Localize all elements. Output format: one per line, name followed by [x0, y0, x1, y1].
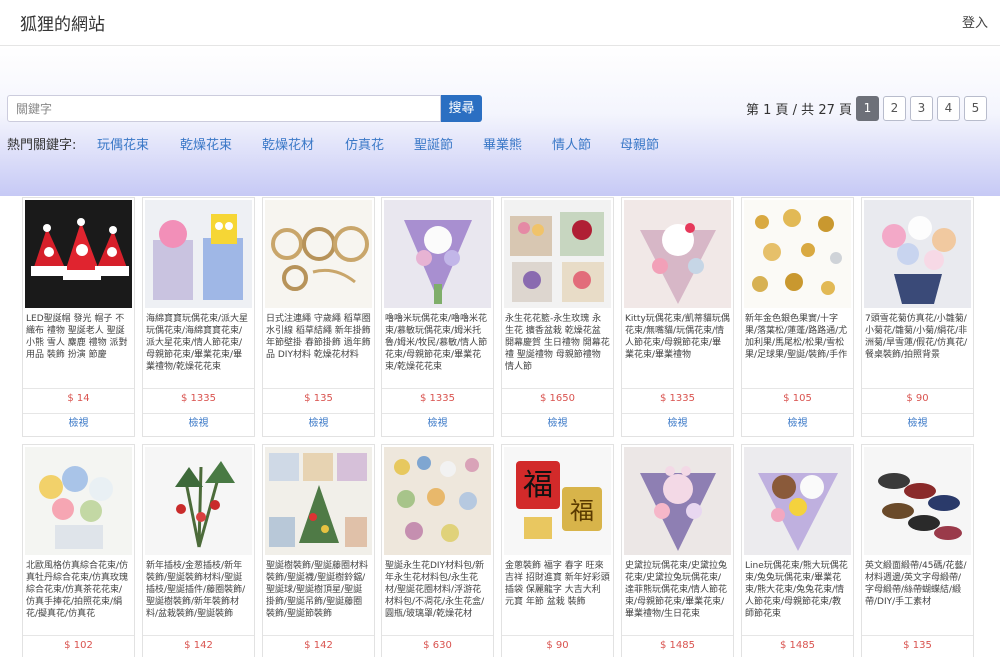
- product-description: LED聖誕帽 發光 帽子 不織布 禮物 聖誕老人 聖誕小熊 雪人 麋鹿 禮物 派…: [26, 314, 128, 360]
- search-input[interactable]: [7, 95, 441, 122]
- view-link[interactable]: 檢視: [502, 413, 613, 433]
- product-image[interactable]: [25, 447, 132, 555]
- keyword-link[interactable]: 仿真花: [345, 134, 384, 153]
- page-button-5[interactable]: 5: [964, 96, 987, 121]
- view-link[interactable]: 檢視: [622, 413, 733, 433]
- product-image[interactable]: [265, 200, 372, 308]
- product-price: $ 630: [382, 635, 493, 655]
- product-card[interactable]: 日式注連繩 守歲繩 稻草圈 水引線 稻草結繩 新年掛飾 年節壁掛 春節掛飾 過年…: [262, 197, 375, 437]
- product-image[interactable]: [145, 447, 252, 555]
- page-button-4[interactable]: 4: [937, 96, 960, 121]
- product-card[interactable]: 北歐風格仿真綜合花束/仿真牡丹綜合花束/仿真玫瑰綜合花束/仿真茶花花束/仿真手捧…: [22, 444, 135, 657]
- product-description: 英文緞面緞帶/45碼/花藝/材料週邊/英文字母緞帶/字母緞帶/絲帶蝴蝶結/緞帶/…: [865, 561, 967, 607]
- product-card[interactable]: 英文緞面緞帶/45碼/花藝/材料週邊/英文字母緞帶/字母緞帶/絲帶蝴蝶結/緞帶/…: [861, 444, 974, 657]
- product-price: $ 90: [502, 635, 613, 655]
- keyword-link[interactable]: 情人節: [552, 134, 591, 153]
- product-card[interactable]: 嚕嚕米玩偶花束/嚕嚕米花束/慕敏玩偶花束/姆米托魯/姆米/牧民/慕敏/情人節花束…: [381, 197, 494, 437]
- product-description: 新年金色銀色果實/十字果/落葉松/蓮蓬/路路通/尤加利果/馬尾松/松果/雪松果/…: [745, 314, 848, 360]
- product-image[interactable]: [864, 447, 971, 555]
- keyword-link[interactable]: 聖誕節: [414, 134, 453, 153]
- hot-keywords-label: 熱門關鍵字:: [7, 138, 77, 153]
- product-image[interactable]: [624, 447, 731, 555]
- view-link[interactable]: 檢視: [143, 413, 254, 433]
- product-description: Line玩偶花束/熊大玩偶花束/兔兔玩偶花束/畢業花束/熊大花束/兔兔花束/情人…: [745, 561, 848, 619]
- product-description: 嚕嚕米玩偶花束/嚕嚕米花束/慕敏玩偶花束/姆米托魯/姆米/牧民/慕敏/情人節花束…: [385, 314, 488, 372]
- product-card[interactable]: 聖誕永生花DIY材料包/新年永生花材料包/永生花材/聖誕花圈材料/浮游花材料包/…: [381, 444, 494, 657]
- page-button-1[interactable]: 1: [856, 96, 879, 121]
- product-description: Kitty玩偶花束/凱蒂貓玩偶花束/無嘴貓/玩偶花束/情人節花束/母親節花束/畢…: [625, 314, 730, 360]
- keyword-link[interactable]: 玩偶花束: [97, 134, 149, 153]
- product-card[interactable]: 永生花花籃-永生玫瑰 永生花 擴香盆栽 乾燥花盆 開幕慶賀 生日禮物 開幕花禮 …: [501, 197, 614, 437]
- page-info: 第 1 頁 / 共 27 頁: [746, 103, 852, 118]
- product-image[interactable]: [504, 200, 611, 308]
- view-link[interactable]: 檢視: [23, 413, 134, 433]
- pagination: 1 2 3 4 5: [856, 96, 987, 121]
- product-image[interactable]: [265, 447, 372, 555]
- product-description: 新年插枝/金葱插枝/新年裝飾/聖誕裝飾材料/聖誕插枝/聖誕插件/藤圈裝飾/聖誕樹…: [146, 561, 246, 619]
- keyword-link[interactable]: 畢業熊: [483, 134, 522, 153]
- product-price: $ 1335: [382, 388, 493, 408]
- product-card[interactable]: 7頭雪花菊仿真花/小雛菊/小菊花/雛菊/小菊/絹花/非洲菊/旱雪蓮/假花/仿真花…: [861, 197, 974, 437]
- product-image[interactable]: [384, 200, 491, 308]
- product-price: $ 142: [263, 635, 374, 655]
- product-image[interactable]: [384, 447, 491, 555]
- product-price: $ 14: [23, 388, 134, 408]
- view-link[interactable]: 檢視: [382, 413, 493, 433]
- product-price: $ 105: [742, 388, 853, 408]
- product-price: $ 135: [862, 635, 973, 655]
- product-description: 7頭雪花菊仿真花/小雛菊/小菊花/雛菊/小菊/絹花/非洲菊/旱雪蓮/假花/仿真花…: [865, 314, 968, 360]
- product-card[interactable]: 福福金蔥裝飾 福字 春字 旺來 吉祥 招財進寶 新年好彩頭 插袋 保麗龍字 大吉…: [501, 444, 614, 657]
- product-description: 永生花花籃-永生玫瑰 永生花 擴香盆栽 乾燥花盆 開幕慶賀 生日禮物 開幕花禮 …: [505, 314, 610, 372]
- view-link[interactable]: 檢視: [263, 413, 374, 433]
- product-image[interactable]: [624, 200, 731, 308]
- product-description: 聖誕永生花DIY材料包/新年永生花材料包/永生花材/聖誕花圈材料/浮游花材料包/…: [385, 561, 485, 619]
- product-card[interactable]: Line玩偶花束/熊大玩偶花束/兔兔玩偶花束/畢業花束/熊大花束/兔兔花束/情人…: [741, 444, 854, 657]
- product-price: $ 102: [23, 635, 134, 655]
- product-card[interactable]: 史黛拉玩偶花束/史黛拉兔花束/史黛拉兔玩偶花束/達菲熊玩偶花束/情人節花束/母親…: [621, 444, 734, 657]
- product-description: 史黛拉玩偶花束/史黛拉兔花束/史黛拉兔玩偶花束/達菲熊玩偶花束/情人節花束/母親…: [625, 561, 728, 619]
- product-card[interactable]: 新年金色銀色果實/十字果/落葉松/蓮蓬/路路通/尤加利果/馬尾松/松果/雪松果/…: [741, 197, 854, 437]
- login-link[interactable]: 登入: [962, 12, 988, 31]
- product-image[interactable]: 福福: [504, 447, 611, 555]
- product-price: $ 1335: [143, 388, 254, 408]
- product-price: $ 142: [143, 635, 254, 655]
- search-button[interactable]: 搜尋: [441, 95, 482, 122]
- keyword-link[interactable]: 乾燥花材: [262, 134, 314, 153]
- product-price: $ 1485: [622, 635, 733, 655]
- view-link[interactable]: 檢視: [862, 413, 973, 433]
- product-price: $ 1650: [502, 388, 613, 408]
- product-price: $ 135: [263, 388, 374, 408]
- product-card[interactable]: Kitty玩偶花束/凱蒂貓玩偶花束/無嘴貓/玩偶花束/情人節花束/母親節花束/畢…: [621, 197, 734, 437]
- product-image[interactable]: [744, 200, 851, 308]
- product-image[interactable]: [744, 447, 851, 555]
- product-image[interactable]: [864, 200, 971, 308]
- product-description: 日式注連繩 守歲繩 稻草圈 水引線 稻草結繩 新年掛飾 年節壁掛 春節掛飾 過年…: [266, 314, 371, 360]
- page-button-3[interactable]: 3: [910, 96, 933, 121]
- product-image[interactable]: [25, 200, 132, 308]
- product-card[interactable]: LED聖誕帽 發光 帽子 不織布 禮物 聖誕老人 聖誕小熊 雪人 麋鹿 禮物 派…: [22, 197, 135, 437]
- site-title[interactable]: 狐狸的網站: [20, 10, 105, 35]
- product-card[interactable]: 海綿寶寶玩偶花束/派大星玩偶花束/海綿寶寶花束/派大星花束/情人節花束/母親節花…: [142, 197, 255, 437]
- keyword-link[interactable]: 乾燥花束: [180, 134, 232, 153]
- product-description: 海綿寶寶玩偶花束/派大星玩偶花束/海綿寶寶花束/派大星花束/情人節花束/母親節花…: [146, 314, 249, 372]
- product-description: 聖誕樹裝飾/聖誕藤圈材料裝飾/聖誕襪/聖誕樹鈴鐺/聖誕球/聖誕樹頂星/聖誕掛飾/…: [266, 561, 369, 619]
- product-card[interactable]: 聖誕樹裝飾/聖誕藤圈材料裝飾/聖誕襪/聖誕樹鈴鐺/聖誕球/聖誕樹頂星/聖誕掛飾/…: [262, 444, 375, 657]
- product-image-text: 福: [523, 468, 553, 503]
- product-description: 北歐風格仿真綜合花束/仿真牡丹綜合花束/仿真玫瑰綜合花束/仿真茶花花束/仿真手捧…: [26, 561, 129, 619]
- product-card[interactable]: 新年插枝/金葱插枝/新年裝飾/聖誕裝飾材料/聖誕插枝/聖誕插件/藤圈裝飾/聖誕樹…: [142, 444, 255, 657]
- product-description: 金蔥裝飾 福字 春字 旺來 吉祥 招財進寶 新年好彩頭 插袋 保麗龍字 大吉大利…: [505, 561, 610, 607]
- product-image-text: 福: [570, 497, 594, 525]
- product-price: $ 1335: [622, 388, 733, 408]
- keyword-link[interactable]: 母親節: [620, 134, 659, 153]
- product-price: $ 90: [862, 388, 973, 408]
- product-price: $ 1485: [742, 635, 853, 655]
- page-button-2[interactable]: 2: [883, 96, 906, 121]
- product-image[interactable]: [145, 200, 252, 308]
- view-link[interactable]: 檢視: [742, 413, 853, 433]
- top-navbar: 狐狸的網站 登入: [0, 0, 1000, 46]
